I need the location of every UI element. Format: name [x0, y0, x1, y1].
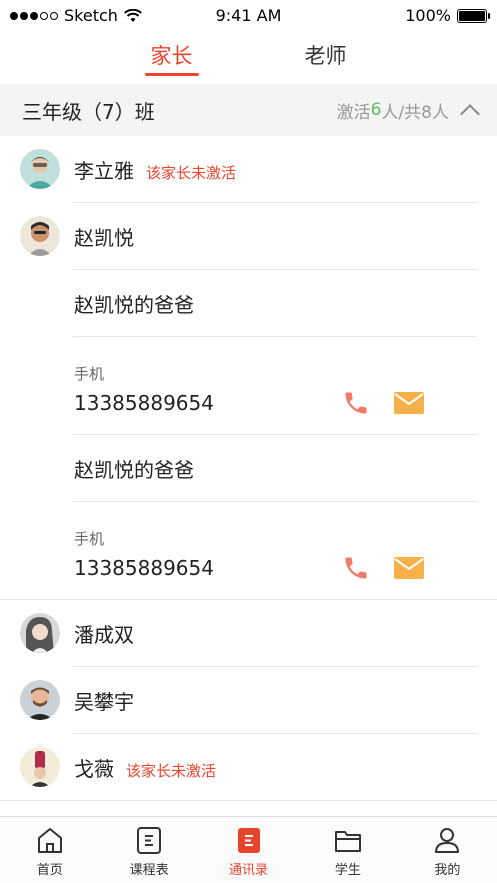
tabbar-item-schedule[interactable]: 课程表 — [99, 817, 198, 883]
parent-row[interactable]: 赵凯悦的爸爸 — [0, 435, 497, 502]
tabbar-item-me[interactable]: 我的 — [398, 817, 497, 883]
parent-name: 赵凯悦的爸爸 — [74, 293, 194, 317]
phone-number: 13385889654 — [74, 556, 214, 580]
parent-row[interactable]: 赵凯悦的爸爸 — [0, 270, 497, 337]
segment-tabs: 家长 老师 — [0, 36, 497, 82]
tabbar-label: 学生 — [334, 863, 361, 878]
phone-row: 手机 13385889654 — [0, 502, 497, 600]
mail-icon[interactable] — [394, 557, 424, 579]
user-icon — [435, 828, 460, 853]
contact-name: 潘成双 — [74, 623, 134, 647]
phone-label: 手机 — [74, 365, 105, 383]
home-icon — [37, 828, 62, 853]
schedule-icon — [137, 827, 162, 854]
battery-percent: 100% — [405, 6, 451, 25]
battery-icon — [457, 8, 490, 23]
phone-icon[interactable] — [342, 389, 370, 417]
parent-name: 赵凯悦的爸爸 — [74, 458, 194, 482]
tabbar-item-home[interactable]: 首页 — [0, 817, 99, 883]
activation-stat: 激活 6 人/共8人 — [337, 98, 480, 124]
contact-row[interactable]: 吴攀宇 — [0, 667, 497, 734]
contact-row[interactable]: 潘成双 — [0, 600, 497, 667]
contact-name: 戈薇 — [74, 757, 114, 781]
tabbar-item-students[interactable]: 学生 — [298, 817, 397, 883]
tabbar-label: 我的 — [434, 863, 461, 878]
phone-icon[interactable] — [342, 554, 370, 582]
phone-row: 手机 13385889654 — [0, 337, 497, 435]
avatar — [20, 613, 60, 653]
inactive-badge: 该家长未激活 — [126, 762, 217, 780]
avatar — [20, 680, 60, 720]
contact-name: 李立雅 — [74, 159, 134, 183]
tab-teachers[interactable]: 老师 — [299, 36, 353, 76]
inactive-badge: 该家长未激活 — [146, 164, 237, 182]
contact-name: 赵凯悦 — [74, 226, 134, 250]
battery-info: 100% — [405, 6, 490, 25]
avatar — [20, 216, 60, 256]
chevron-up-icon[interactable] — [460, 104, 480, 124]
class-title: 三年级（7）班 — [22, 99, 155, 124]
contacts-icon — [237, 828, 260, 853]
tabbar-label: 首页 — [36, 863, 63, 878]
contact-row[interactable]: 戈薇 该家长未激活 — [0, 734, 497, 801]
avatar — [20, 747, 60, 787]
tab-parents[interactable]: 家长 — [144, 36, 199, 76]
phone-label: 手机 — [74, 530, 105, 548]
status-bar: Sketch 9:41 AM 100% — [0, 0, 497, 30]
tabbar-label: 通讯录 — [229, 863, 269, 878]
contact-row[interactable]: 李立雅 该家长未激活 — [0, 136, 497, 203]
contact-name: 吴攀宇 — [74, 690, 134, 714]
contact-list: 李立雅 该家长未激活 赵凯悦 赵凯悦的爸爸 手机 13385889654 赵凯悦… — [0, 136, 497, 801]
activated-count: 6 — [370, 100, 382, 120]
phone-number: 13385889654 — [74, 391, 214, 415]
mail-icon[interactable] — [394, 392, 424, 414]
contact-row[interactable]: 赵凯悦 — [0, 203, 497, 270]
bottom-tab-bar: 首页 课程表 通讯录 学生 我的 — [0, 816, 497, 883]
class-header[interactable]: 三年级（7）班 激活 6 人/共8人 — [0, 84, 497, 136]
avatar — [20, 149, 60, 189]
folder-icon — [334, 831, 361, 852]
tabbar-label: 课程表 — [129, 863, 169, 878]
tabbar-item-contacts[interactable]: 通讯录 — [199, 817, 298, 883]
